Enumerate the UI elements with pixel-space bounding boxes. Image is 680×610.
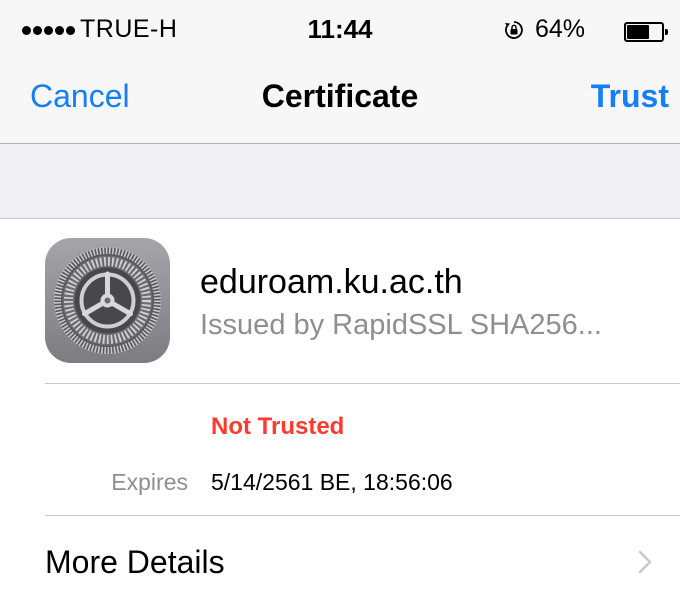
page-title: Certificate	[261, 78, 419, 114]
settings-gear-icon	[45, 238, 170, 363]
expires-value: 5/14/2561 BE, 18:56:06	[211, 469, 453, 495]
battery-percentage: 64%	[535, 15, 586, 43]
status-bar: TRUE-H 11:44 64%	[0, 0, 680, 56]
certificate-details: eduroam.ku.ac.th Issued by RapidSSL SHA2…	[0, 218, 680, 610]
trust-button[interactable]: Trust	[591, 78, 669, 115]
chevron-right-icon	[638, 550, 652, 574]
navigation-bar: Cancel Certificate Trust	[0, 56, 680, 144]
battery-icon	[624, 22, 668, 42]
divider	[45, 383, 680, 384]
battery-fill	[627, 25, 649, 39]
more-details-row[interactable]: More Details	[0, 516, 680, 610]
trust-status-badge: Not Trusted	[211, 413, 345, 440]
orientation-lock-icon	[505, 21, 523, 39]
expires-label: Expires	[111, 469, 188, 495]
certificate-issuer: Issued by RapidSSL SHA256...	[200, 309, 602, 341]
certificate-name: eduroam.ku.ac.th	[200, 263, 463, 301]
more-details-label: More Details	[45, 544, 225, 580]
